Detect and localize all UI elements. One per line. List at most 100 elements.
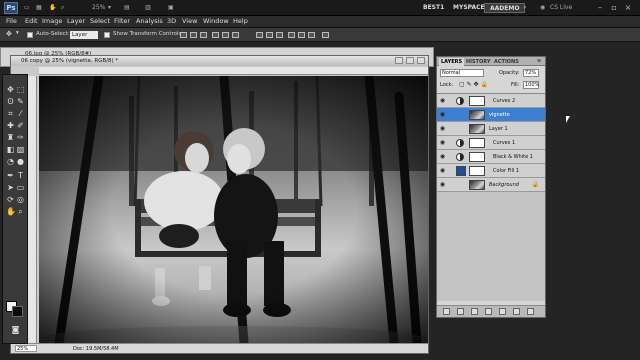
zoom-tool[interactable]: ⌕: [16, 207, 25, 216]
distribute-hcenter-icon[interactable]: [298, 32, 305, 38]
move-tool[interactable]: ✥: [6, 85, 15, 94]
restore-icon[interactable]: ▫: [609, 3, 619, 12]
align-bottom-icon[interactable]: [200, 32, 207, 38]
minimize-icon[interactable]: –: [595, 3, 605, 12]
menu-file[interactable]: File: [6, 17, 17, 25]
menu-filter[interactable]: Filter: [114, 17, 130, 25]
blend-mode-dropdown[interactable]: Normal: [440, 69, 484, 77]
auto-select-checkbox[interactable]: [27, 32, 33, 38]
layer-style-icon[interactable]: [457, 308, 464, 315]
eye-icon[interactable]: ◉: [439, 125, 446, 132]
move-tool-icon[interactable]: ✥: [6, 30, 12, 38]
layer-mask-thumbnail[interactable]: [469, 166, 485, 176]
tab-actions[interactable]: ACTIONS: [492, 58, 521, 66]
menu-edit[interactable]: Edit: [25, 17, 38, 25]
fill-field[interactable]: 100%: [523, 81, 539, 89]
layer-black-white-1[interactable]: ◉ Black & White 1: [437, 150, 545, 164]
align-left-icon[interactable]: [212, 32, 219, 38]
pen-tool[interactable]: ✒: [6, 171, 15, 180]
status-zoom-field[interactable]: 25%: [15, 345, 37, 352]
tab-layers[interactable]: LAYERS: [439, 58, 465, 66]
background-color-swatch[interactable]: [12, 306, 23, 317]
arrange-documents-icon[interactable]: ▥: [145, 4, 151, 12]
layer-name[interactable]: vignette: [489, 112, 510, 118]
zoom-dropdown-icon[interactable]: ▾: [108, 4, 111, 12]
eye-icon[interactable]: ◉: [439, 139, 446, 146]
hand-tool-icon[interactable]: ✋: [49, 4, 56, 12]
document-title-bar[interactable]: 06 copy @ 25% (vignette, RGB/8) *: [11, 56, 428, 66]
new-layer-icon[interactable]: [513, 308, 520, 315]
crop-tool[interactable]: ⌗: [6, 109, 15, 118]
gradient-tool[interactable]: ▨: [16, 145, 25, 154]
color-fill-swatch[interactable]: [456, 166, 466, 176]
layer-name[interactable]: Color Fill 1: [493, 168, 519, 174]
3d-orbit-tool[interactable]: ◎: [16, 195, 25, 204]
layer-vignette[interactable]: ◉ vignette: [437, 108, 545, 122]
align-hcenter-icon[interactable]: [222, 32, 229, 38]
opacity-field[interactable]: 72%: [523, 69, 539, 77]
cs-live-icon[interactable]: ◉: [540, 4, 545, 12]
layer-thumbnail[interactable]: [469, 180, 485, 190]
document-size-info[interactable]: Doc: 19.5M/58.4M: [73, 346, 119, 352]
layer-thumbnail[interactable]: [469, 124, 485, 134]
menu-analysis[interactable]: Analysis: [136, 17, 163, 25]
eye-icon[interactable]: ◉: [439, 181, 446, 188]
clone-stamp-tool[interactable]: ♜: [6, 133, 15, 142]
zoom-level[interactable]: 25%: [92, 4, 105, 12]
document-maximize-icon[interactable]: [406, 57, 414, 64]
lock-pixels-icon[interactable]: ▢ ✎ ✥ 🔒: [459, 81, 488, 88]
layer-name[interactable]: Curves 1: [493, 140, 515, 146]
horizontal-ruler[interactable]: [39, 67, 428, 75]
layer-mask-thumbnail[interactable]: [469, 152, 485, 162]
brush-tool[interactable]: ✐: [16, 121, 25, 130]
menu-layer[interactable]: Layer: [67, 17, 85, 25]
new-adjustment-layer-icon[interactable]: [485, 308, 492, 315]
workspace-overflow-icon[interactable]: »: [523, 4, 527, 12]
extras-icon[interactable]: ▤: [124, 4, 130, 12]
align-vcenter-icon[interactable]: [190, 32, 197, 38]
menu-select[interactable]: Select: [90, 17, 110, 25]
layer-thumbnail[interactable]: [469, 110, 485, 120]
show-transform-checkbox[interactable]: [104, 32, 110, 38]
distribute-right-icon[interactable]: [308, 32, 315, 38]
dodge-tool[interactable]: ●: [16, 157, 25, 166]
bridge-icon[interactable]: ▭: [24, 4, 30, 12]
eye-icon[interactable]: ◉: [439, 97, 446, 104]
layer-name[interactable]: Curves 2: [493, 98, 515, 104]
menu-window[interactable]: Window: [203, 17, 229, 25]
history-brush-tool[interactable]: ✑: [16, 133, 25, 142]
screen-mode-icon[interactable]: ▣: [168, 4, 174, 12]
auto-align-layers-icon[interactable]: [322, 32, 329, 38]
align-right-icon[interactable]: [232, 32, 239, 38]
layer-name[interactable]: Layer 1: [489, 126, 508, 132]
layer-mask-thumbnail[interactable]: [469, 96, 485, 106]
type-tool[interactable]: T: [16, 171, 25, 180]
workspace-aademo[interactable]: AADEMO: [484, 3, 526, 13]
close-icon[interactable]: ×: [623, 3, 633, 12]
tool-preset-dropdown-icon[interactable]: ▾: [16, 30, 19, 36]
image-canvas[interactable]: [39, 76, 428, 343]
cs-live-label[interactable]: CS Live: [550, 4, 572, 12]
layer-name[interactable]: Black & White 1: [493, 154, 533, 160]
layer-mask-thumbnail[interactable]: [469, 138, 485, 148]
align-top-icon[interactable]: [180, 32, 187, 38]
3d-rotate-tool[interactable]: ⟳: [6, 195, 15, 204]
healing-brush-tool[interactable]: ✚: [6, 121, 15, 130]
distribute-left-icon[interactable]: [288, 32, 295, 38]
distribute-bottom-icon[interactable]: [276, 32, 283, 38]
layer-color-fill-1[interactable]: ◉ Color Fill 1: [437, 164, 545, 178]
document-close-icon[interactable]: [417, 57, 425, 64]
document-minimize-icon[interactable]: [395, 57, 403, 64]
new-group-icon[interactable]: [499, 308, 506, 315]
menu-help[interactable]: Help: [233, 17, 248, 25]
workspace-best1[interactable]: BEST1: [418, 3, 449, 13]
quick-selection-tool[interactable]: ✎: [16, 97, 25, 106]
distribute-vcenter-icon[interactable]: [266, 32, 273, 38]
add-mask-icon[interactable]: [471, 308, 478, 315]
layer-curves-1[interactable]: ◉ Curves 1: [437, 136, 545, 150]
quick-mask-icon[interactable]: ◙: [11, 325, 20, 334]
layer-background[interactable]: ◉ Background 🔒: [437, 178, 545, 192]
layer-name[interactable]: Background: [489, 182, 519, 188]
eyedropper-tool[interactable]: ⁄: [16, 109, 25, 118]
layer-curves-2[interactable]: ◉ Curves 2: [437, 94, 545, 108]
